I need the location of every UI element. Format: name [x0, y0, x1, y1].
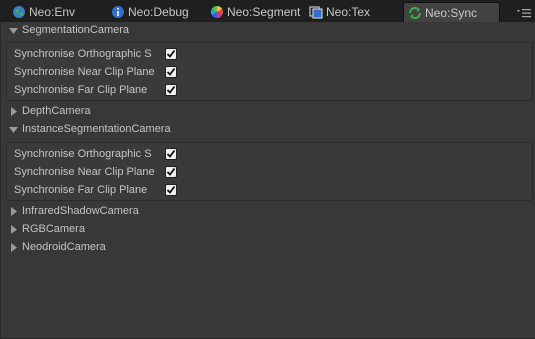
texture-icon [309, 6, 323, 19]
expanded-arrow-icon [9, 126, 18, 133]
synchronise-near-clip-plane-checkbox[interactable] [165, 66, 177, 78]
info-icon [112, 6, 124, 18]
setting-row: Synchronise Orthographic S [14, 145, 177, 163]
globe-icon [13, 6, 25, 18]
checkmark-icon [166, 85, 176, 94]
foldout-instance-segmentation-camera[interactable]: InstanceSegmentationCamera [9, 121, 171, 137]
foldout-label: NeodroidCamera [22, 241, 106, 253]
setting-row: Synchronise Near Clip Plane [14, 63, 177, 81]
foldout-depth-camera[interactable]: DepthCamera [9, 103, 90, 119]
synchronise-orthographic-checkbox[interactable] [165, 148, 177, 160]
foldout-label: InstanceSegmentationCamera [22, 123, 171, 135]
setting-row: Synchronise Far Clip Plane [14, 181, 177, 199]
tab-neo-env[interactable]: Neo:Env [8, 2, 103, 22]
tab-neo-debug[interactable]: Neo:Debug [107, 2, 202, 22]
setting-label: Synchronise Far Clip Plane [14, 184, 148, 196]
collapsed-arrow-icon [11, 206, 17, 216]
setting-label: Synchronise Orthographic S [14, 48, 152, 60]
foldout-label: InfraredShadowCamera [22, 205, 139, 217]
foldout-label: SegmentationCamera [22, 24, 130, 36]
expanded-arrow-icon [9, 27, 18, 34]
foldout-segmentation-camera[interactable]: SegmentationCamera [9, 22, 129, 38]
synchronise-far-clip-plane-checkbox[interactable] [165, 184, 177, 196]
tab-label: Neo:Tex [326, 5, 371, 19]
foldout-rgb-camera[interactable]: RGBCamera [9, 221, 85, 237]
tab-label: Neo:Segment [227, 5, 301, 19]
segmentation-camera-settings: Synchronise Orthographic S Synchronise N… [6, 42, 533, 101]
sync-icon [409, 6, 421, 19]
collapsed-arrow-icon [11, 224, 17, 234]
tab-label: Neo:Sync [425, 5, 478, 20]
checkmark-icon [166, 49, 176, 58]
foldout-neodroid-camera[interactable]: NeodroidCamera [9, 239, 106, 255]
checkmark-icon [166, 149, 176, 158]
instance-segmentation-camera-settings: Synchronise Orthographic S Synchronise N… [6, 142, 533, 201]
sync-inspector-panel: SegmentationCamera Synchronise Orthograp… [0, 22, 535, 339]
collapsed-arrow-icon [11, 242, 17, 252]
setting-row: Synchronise Near Clip Plane [14, 163, 177, 181]
setting-label: Synchronise Orthographic S [14, 148, 152, 160]
tab-neo-sync[interactable]: Neo:Sync [403, 2, 500, 22]
tab-bar: Neo:Env Neo:Debug Neo:Segment Neo:Tex Ne… [0, 0, 535, 23]
synchronise-far-clip-plane-checkbox[interactable] [165, 84, 177, 96]
tab-neo-segment[interactable]: Neo:Segment [206, 2, 304, 22]
synchronise-near-clip-plane-checkbox[interactable] [165, 166, 177, 178]
tab-label: Neo:Env [29, 5, 76, 19]
tab-neo-tex[interactable]: Neo:Tex [305, 2, 395, 22]
collapsed-arrow-icon [11, 106, 17, 116]
checkmark-icon [166, 185, 176, 194]
checkmark-icon [166, 167, 176, 176]
checkmark-icon [166, 67, 176, 76]
tab-menu-icon[interactable] [517, 8, 531, 18]
foldout-label: RGBCamera [22, 223, 85, 235]
setting-label: Synchronise Far Clip Plane [14, 84, 148, 96]
setting-row: Synchronise Far Clip Plane [14, 81, 177, 99]
setting-row: Synchronise Orthographic S [14, 45, 177, 63]
foldout-infrared-shadow-camera[interactable]: InfraredShadowCamera [9, 203, 139, 219]
color-wheel-icon [210, 5, 224, 18]
setting-label: Synchronise Near Clip Plane [14, 66, 155, 78]
tab-label: Neo:Debug [128, 5, 189, 19]
setting-label: Synchronise Near Clip Plane [14, 166, 155, 178]
synchronise-orthographic-checkbox[interactable] [165, 48, 177, 60]
foldout-label: DepthCamera [22, 105, 91, 117]
